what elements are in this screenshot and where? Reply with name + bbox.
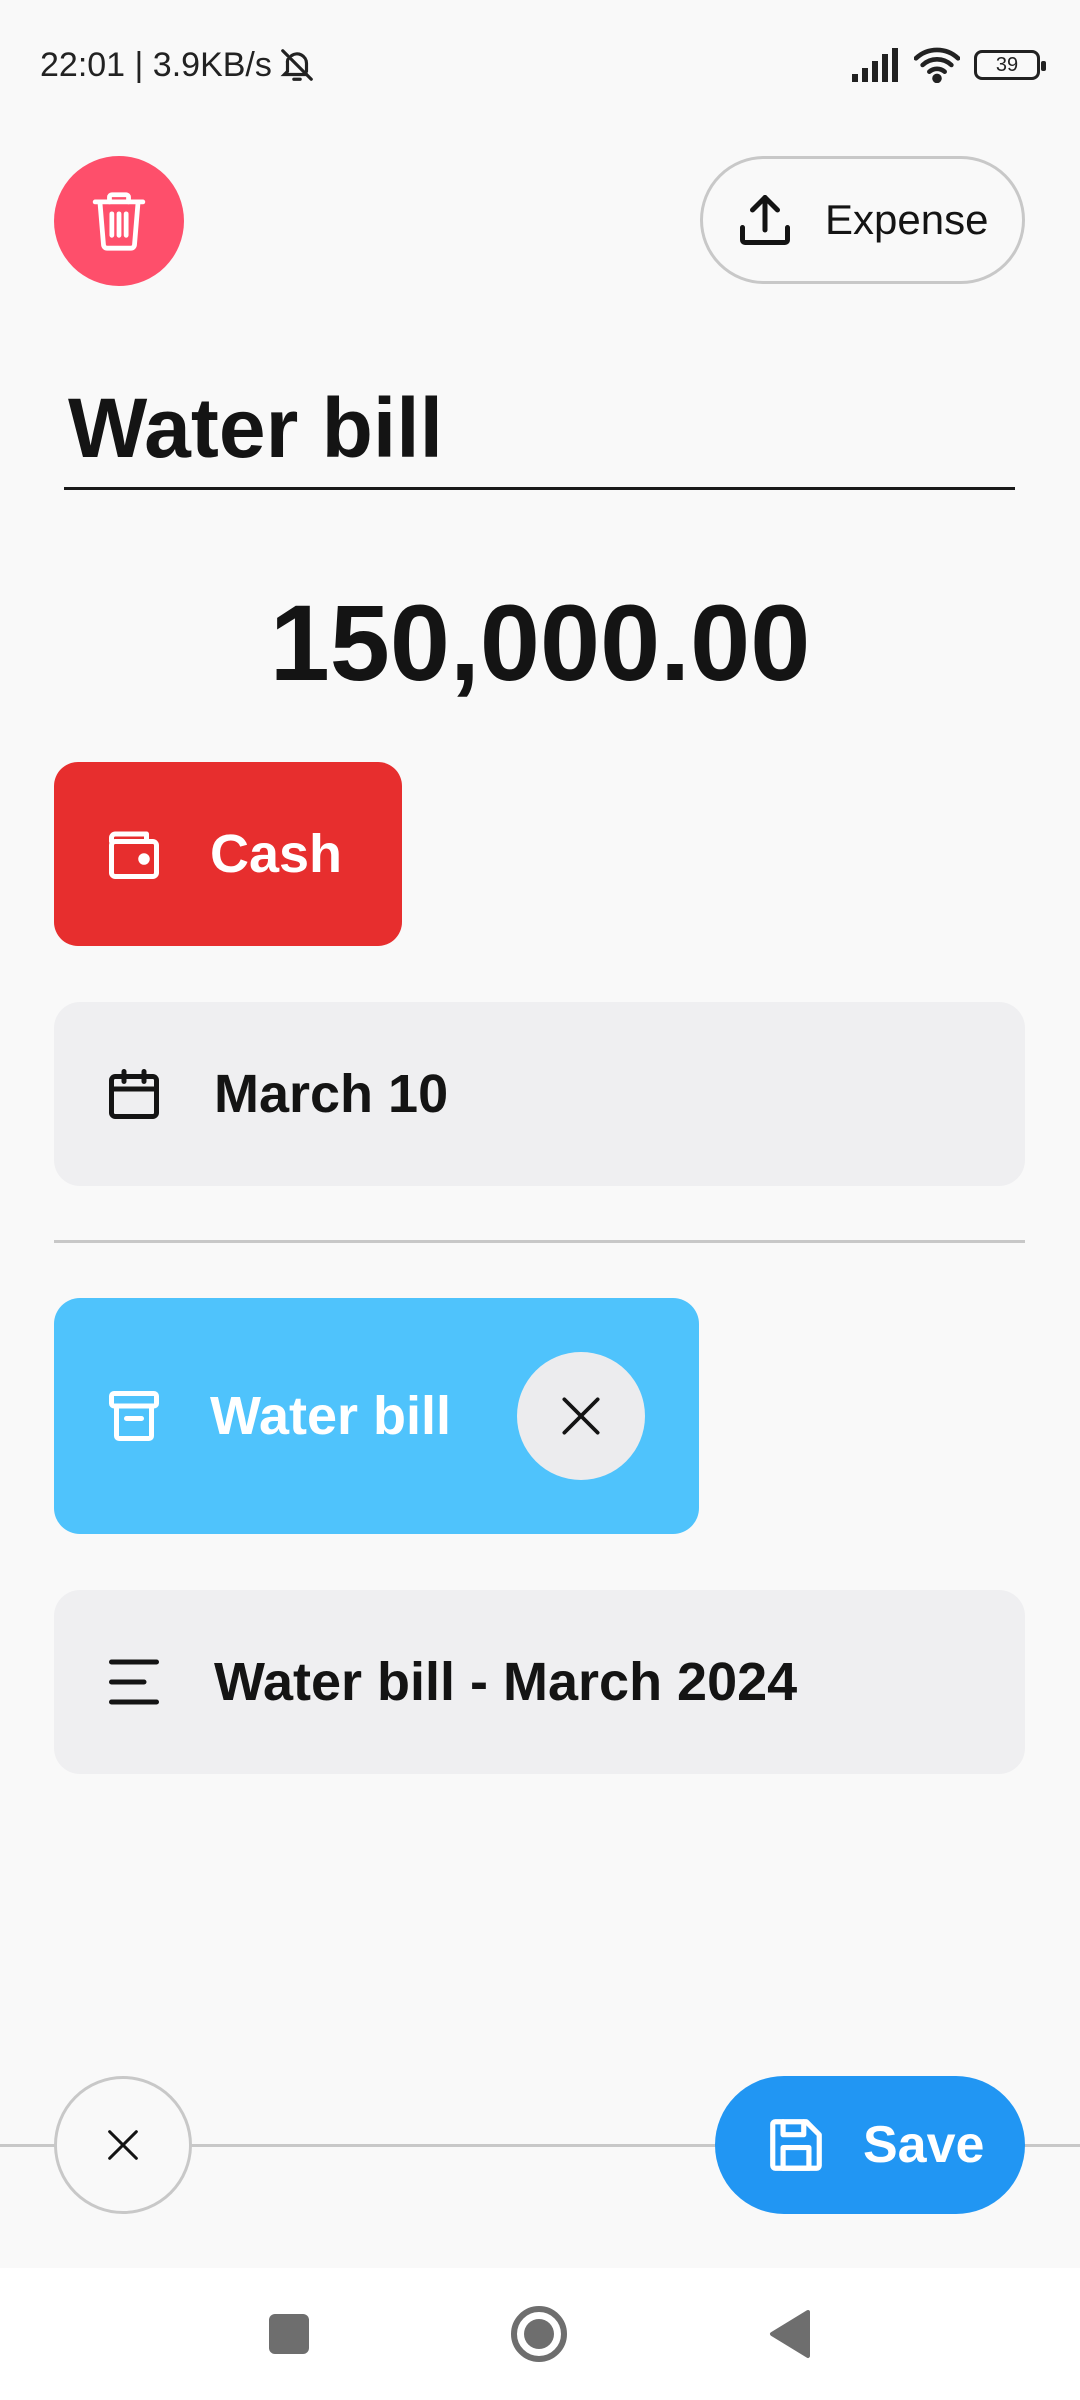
signal-icon <box>852 48 898 82</box>
date-label: March 10 <box>214 1064 449 1124</box>
amount-display[interactable]: 150,000.00 <box>0 580 1080 705</box>
save-label: Save <box>863 2116 985 2174</box>
back-triangle-icon[interactable] <box>768 2309 812 2359</box>
category-selector[interactable]: Water bill <box>54 1298 699 1534</box>
transaction-type-label: Expense <box>825 196 989 243</box>
close-icon <box>108 2130 138 2160</box>
battery-icon: 39 <box>974 50 1046 80</box>
title-input[interactable]: Water bill <box>64 370 1015 490</box>
section-divider <box>54 1240 1025 1243</box>
status-time-speed: 22:01 | 3.9KB/s <box>40 45 272 84</box>
note-field[interactable]: Water bill - March 2024 <box>54 1590 1025 1774</box>
title-value: Water bill <box>68 381 443 475</box>
category-label: Water bill <box>210 1386 452 1446</box>
upload-icon <box>740 195 790 245</box>
cancel-button[interactable] <box>54 2076 192 2214</box>
wallet-icon <box>109 831 159 879</box>
recents-square-icon[interactable] <box>268 2313 310 2355</box>
delete-button[interactable] <box>54 156 184 286</box>
status-bar: 22:01 | 3.9KB/s 39 <box>0 0 1080 130</box>
remove-category-button[interactable] <box>517 1352 645 1480</box>
account-label: Cash <box>210 824 343 884</box>
date-selector[interactable]: March 10 <box>54 1002 1025 1186</box>
system-nav-bar <box>0 2268 1080 2400</box>
transaction-type-button[interactable]: Expense <box>700 156 1025 284</box>
archive-box-icon <box>109 1391 159 1441</box>
calendar-icon <box>109 1069 159 1119</box>
mute-icon <box>280 49 313 81</box>
floppy-disk-icon <box>770 2119 822 2171</box>
note-label: Water bill - March 2024 <box>214 1652 798 1712</box>
account-selector[interactable]: Cash <box>54 762 402 946</box>
close-icon <box>562 1397 600 1435</box>
status-right: 39 <box>852 47 1046 83</box>
home-circle-icon[interactable] <box>510 2305 568 2363</box>
battery-level: 39 <box>995 53 1019 76</box>
save-button[interactable]: Save <box>715 2076 1025 2214</box>
status-left: 22:01 | 3.9KB/s <box>40 46 316 85</box>
text-lines-icon <box>109 1659 159 1705</box>
wifi-icon <box>914 47 960 83</box>
trash-icon <box>92 192 146 251</box>
